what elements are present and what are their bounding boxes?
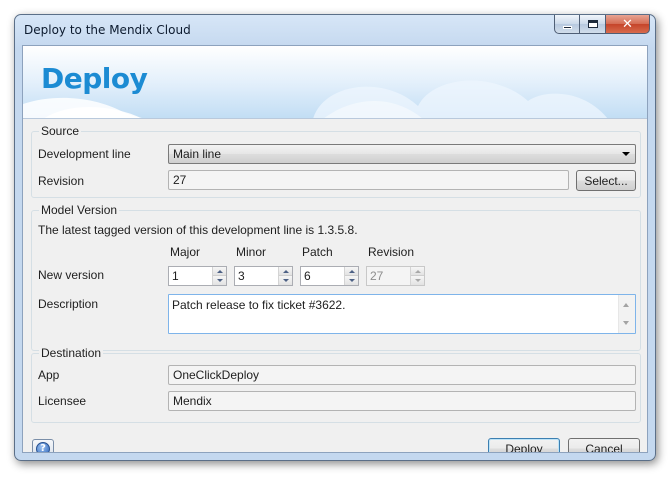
select-revision-button[interactable]: Select... (576, 170, 636, 191)
minor-spin-buttons (278, 267, 292, 285)
spin-up-icon (282, 269, 289, 273)
title-bar[interactable]: Deploy to the Mendix Cloud ✕ (15, 15, 655, 45)
minor-decrement-button[interactable] (279, 276, 292, 285)
destination-legend: Destination (39, 346, 104, 360)
header-banner: Deploy (23, 46, 647, 119)
revision-spinner: 27 (366, 266, 425, 286)
revision-field: 27 (168, 170, 569, 190)
spin-up-icon (414, 269, 421, 273)
minor-header: Minor (236, 245, 267, 259)
spin-down-icon (414, 279, 421, 282)
cancel-button-label: Cancel (585, 441, 623, 453)
spin-down-icon (216, 279, 223, 282)
patch-spinner[interactable]: 6 (300, 266, 359, 286)
help-button[interactable]: ? (32, 439, 54, 452)
deploy-button-label: Deploy (505, 441, 543, 453)
app-value: OneClickDeploy (173, 368, 260, 382)
minor-spinner[interactable]: 3 (234, 266, 293, 286)
description-label: Description (38, 297, 99, 311)
minor-value: 3 (238, 269, 245, 283)
development-line-value: Main line (173, 147, 222, 161)
major-decrement-button[interactable] (213, 276, 226, 285)
revision-spin-buttons (410, 267, 424, 285)
development-line-dropdown[interactable]: Main line (168, 144, 636, 164)
window-title: Deploy to the Mendix Cloud (24, 23, 191, 37)
spin-up-icon (216, 269, 223, 273)
description-text: Patch release to fix ticket #3622. (172, 298, 346, 312)
source-legend: Source (39, 124, 82, 138)
development-line-label: Development line (38, 147, 131, 161)
deploy-button[interactable]: Deploy (488, 438, 560, 453)
new-version-label: New version (38, 268, 105, 282)
revision-spin-value: 27 (370, 269, 384, 283)
model-version-legend: Model Version (39, 203, 120, 217)
close-button[interactable]: ✕ (606, 15, 650, 34)
major-header: Major (170, 245, 201, 259)
close-icon: ✕ (622, 16, 633, 32)
minimize-button[interactable] (554, 15, 580, 34)
licensee-label: Licensee (38, 394, 87, 408)
revision-increment-button (411, 267, 424, 276)
select-button-label: Select... (584, 173, 628, 188)
revision-value: 27 (173, 173, 187, 187)
banner-title: Deploy (41, 62, 148, 95)
maximize-button[interactable] (580, 15, 606, 34)
latest-version-text: The latest tagged version of this develo… (38, 223, 358, 237)
destination-group: Destination (31, 346, 641, 423)
licensee-field: Mendix (168, 391, 636, 411)
revision-decrement-button (411, 276, 424, 285)
cancel-button[interactable]: Cancel (568, 438, 640, 453)
spin-down-icon (348, 279, 355, 282)
major-value: 1 (172, 269, 179, 283)
deploy-dialog: Deploy to the Mendix Cloud ✕ Deploy Sour… (14, 14, 656, 461)
major-spin-buttons (212, 267, 226, 285)
spin-down-icon (282, 279, 289, 282)
major-spinner[interactable]: 1 (168, 266, 227, 286)
patch-value: 6 (304, 269, 311, 283)
patch-header: Patch (302, 245, 333, 259)
dropdown-arrow-icon (622, 152, 630, 156)
app-label: App (38, 368, 60, 382)
spin-up-icon (348, 269, 355, 273)
app-field: OneClickDeploy (168, 365, 636, 385)
minimize-icon (562, 26, 572, 29)
patch-increment-button[interactable] (345, 267, 358, 276)
caption-buttons: ✕ (554, 15, 650, 34)
scroll-down-icon (623, 321, 629, 325)
minor-increment-button[interactable] (279, 267, 292, 276)
revision-label: Revision (38, 174, 85, 188)
help-icon: ? (36, 442, 50, 452)
major-increment-button[interactable] (213, 267, 226, 276)
revision-header: Revision (368, 245, 415, 259)
description-input[interactable]: Patch release to fix ticket #3622. (168, 294, 636, 334)
maximize-icon (587, 20, 598, 28)
dialog-client-area: Deploy Source Development line Main line… (22, 45, 648, 453)
patch-decrement-button[interactable] (345, 276, 358, 285)
licensee-value: Mendix (173, 394, 212, 408)
scroll-up-icon (623, 303, 629, 307)
patch-spin-buttons (344, 267, 358, 285)
description-scrollbar[interactable] (618, 295, 635, 333)
